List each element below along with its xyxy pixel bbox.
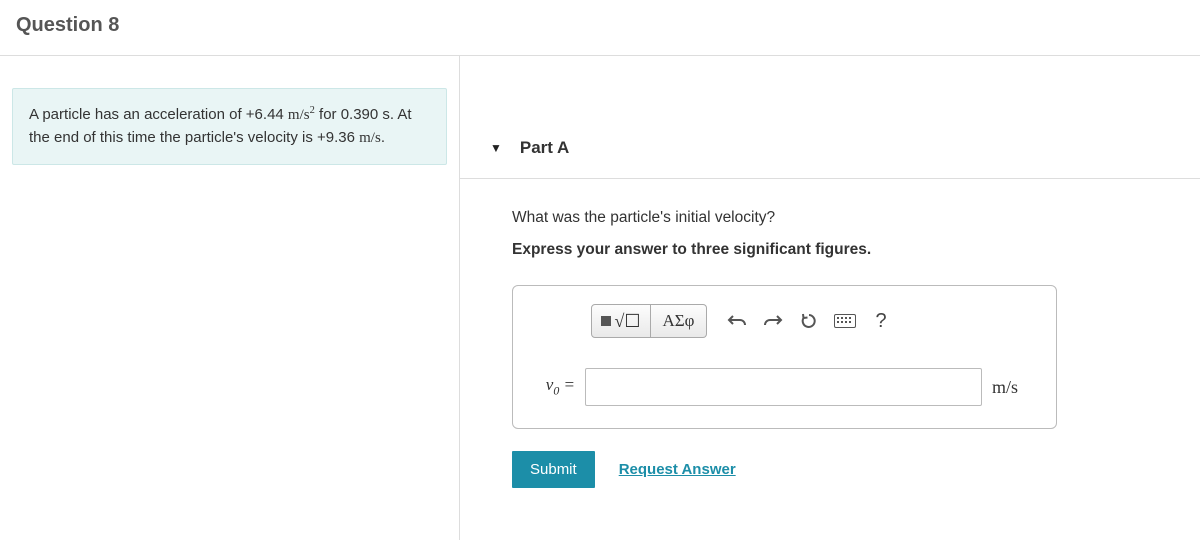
part-heading[interactable]: ▼ Part A: [460, 118, 1200, 178]
keyboard-button[interactable]: [827, 304, 863, 338]
request-answer-link[interactable]: Request Answer: [619, 461, 736, 478]
part-label: Part A: [520, 138, 569, 158]
reset-button[interactable]: [791, 304, 827, 338]
square-icon: [601, 316, 611, 326]
submit-button[interactable]: Submit: [512, 451, 595, 488]
help-button[interactable]: ?: [863, 304, 899, 338]
left-column: A particle has an acceleration of +6.44 …: [0, 56, 460, 540]
collapse-triangle-icon: ▼: [490, 141, 502, 155]
problem-prompt: A particle has an acceleration of +6.44 …: [12, 88, 447, 165]
part-instruction: Express your answer to three significant…: [512, 241, 1200, 259]
root-icon: √☐: [614, 311, 640, 332]
var-eq: =: [559, 375, 575, 394]
part-content: What was the particle's initial velocity…: [460, 179, 1200, 488]
answer-unit: m/s: [992, 377, 1038, 398]
accel-unit-base: m/s: [288, 107, 310, 123]
symbols-button[interactable]: ΑΣφ: [651, 304, 707, 338]
keyboard-icon: [834, 314, 856, 328]
variable-label: v0 =: [531, 375, 575, 398]
question-header: Question 8: [0, 0, 1200, 56]
answer-box: √☐ ΑΣφ: [512, 285, 1057, 429]
input-row: v0 = m/s: [531, 368, 1038, 406]
redo-icon: [763, 313, 783, 329]
reset-icon: [800, 312, 818, 330]
redo-button[interactable]: [755, 304, 791, 338]
body-columns: A particle has an acceleration of +6.44 …: [0, 56, 1200, 540]
undo-button[interactable]: [719, 304, 755, 338]
vel-unit: m/s: [359, 130, 381, 146]
page: Question 8 A particle has an acceleratio…: [0, 0, 1200, 544]
right-column: ▼ Part A What was the particle's initial…: [460, 56, 1200, 540]
part-question: What was the particle's initial velocity…: [512, 209, 1200, 227]
undo-icon: [727, 313, 747, 329]
prompt-text-3: .: [381, 129, 385, 146]
accel-unit: m/s2: [288, 107, 315, 123]
part-heading-bar: ▼ Part A: [460, 118, 1200, 179]
templates-button[interactable]: √☐: [591, 304, 651, 338]
answer-input[interactable]: [585, 368, 982, 406]
prompt-text-1: A particle has an acceleration of +6.44: [29, 106, 288, 123]
answer-toolbar: √☐ ΑΣφ: [591, 304, 1038, 338]
submit-row: Submit Request Answer: [512, 451, 1200, 488]
